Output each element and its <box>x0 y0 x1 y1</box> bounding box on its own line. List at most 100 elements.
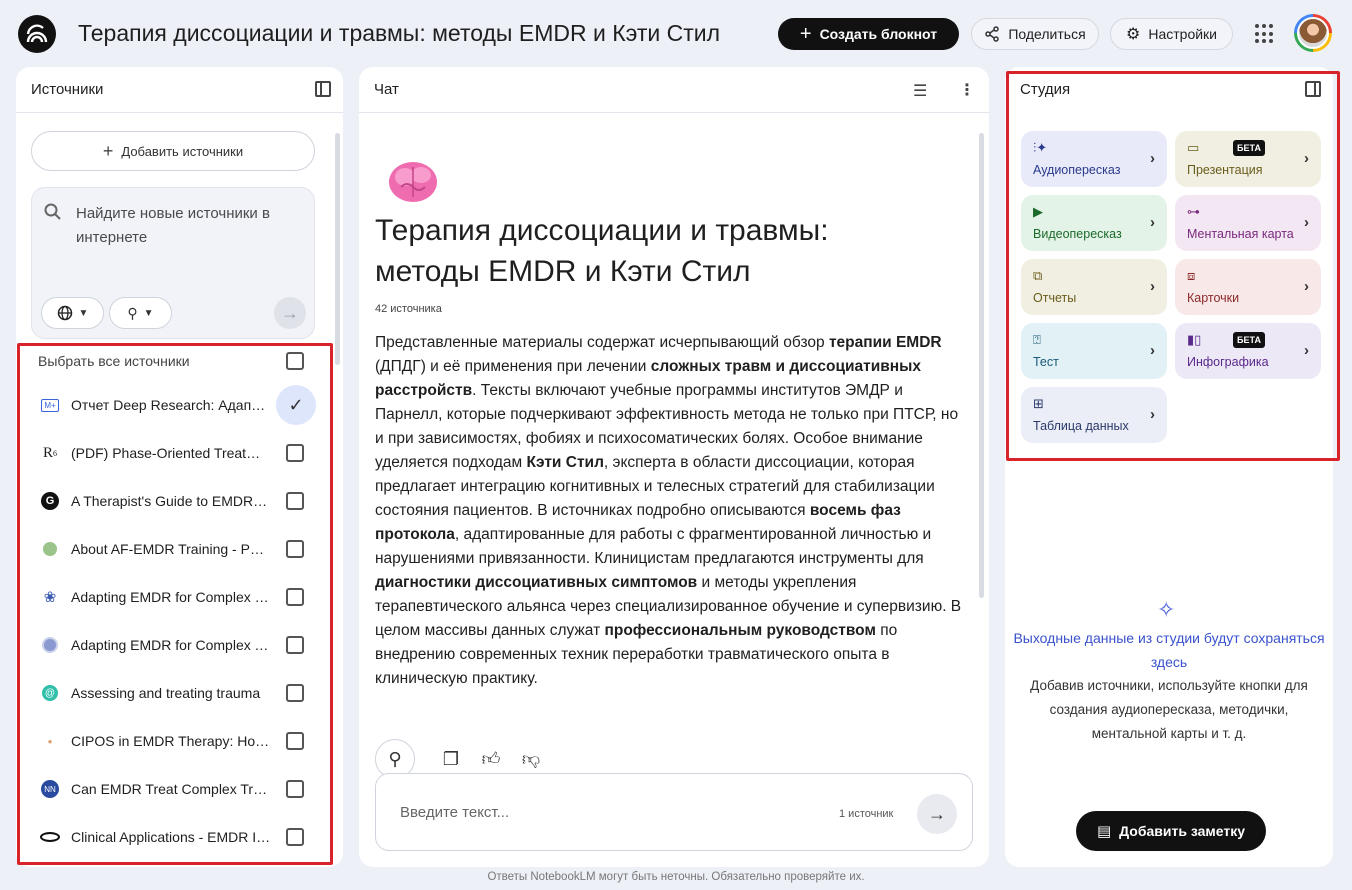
globe-icon <box>40 635 60 655</box>
source-checkbox[interactable] <box>286 636 304 654</box>
sources-title: Источники <box>31 81 104 98</box>
site-dot-icon: ● <box>47 736 53 746</box>
cards-icon: ⧈ <box>1187 268 1196 283</box>
source-label: Adapting EMDR for Complex Trauma <box>71 637 271 653</box>
report-icon: ⧉ <box>1033 268 1043 283</box>
add-note-button[interactable]: ▤ Добавить заметку <box>1076 811 1266 851</box>
source-label: (PDF) Phase-Oriented Treatment <box>71 445 271 461</box>
source-item[interactable]: About AF-EMDR Training - Parnell <box>38 531 318 567</box>
tile-quiz[interactable]: ⍰ Тест › <box>1021 323 1167 379</box>
chevron-right-icon: › <box>1304 278 1309 295</box>
source-checkbox[interactable] <box>286 828 304 846</box>
source-checkbox[interactable] <box>286 780 304 798</box>
tile-flashcards[interactable]: ⧈ Карточки › <box>1175 259 1321 315</box>
chat-composer[interactable]: Введите текст... 1 источник → <box>375 773 973 851</box>
search-icon <box>44 203 61 220</box>
chat-panel: Чат ☰ ⋮ Терапия диссоциации и травмы: ме… <box>359 67 989 867</box>
web-source-dropdown[interactable]: ▼ <box>41 297 104 329</box>
source-item[interactable]: ❀ Adapting EMDR for Complex PTSD <box>38 579 318 615</box>
beta-badge: БЕТА <box>1233 332 1265 348</box>
source-checkbox[interactable] <box>286 540 304 558</box>
create-notebook-button[interactable]: + Создать блокнот <box>778 18 959 50</box>
note-icon: ▤ <box>1096 823 1112 840</box>
select-all-checkbox[interactable] <box>286 352 304 370</box>
tile-label: Аудиопересказ <box>1033 163 1121 177</box>
source-label: CIPOS in EMDR Therapy: How it works <box>71 733 271 749</box>
add-note-label: Добавить заметку <box>1119 823 1246 839</box>
avatar[interactable] <box>1294 14 1332 52</box>
add-sources-button[interactable]: + Добавить источники <box>31 131 315 171</box>
share-icon <box>985 26 1000 42</box>
source-item[interactable]: @ Assessing and treating trauma <box>38 675 318 711</box>
source-item[interactable]: M+ Отчет Deep Research: Адаптация EMDR ✓ <box>38 385 318 425</box>
source-item[interactable]: Clinical Applications - EMDR Institute <box>38 819 318 855</box>
tune-icon[interactable]: ☰ <box>913 81 927 101</box>
chevron-right-icon: › <box>1150 150 1155 167</box>
lotus-icon: ❀ <box>43 589 57 606</box>
source-label: Assessing and treating trauma <box>71 685 261 701</box>
source-checkbox[interactable] <box>286 492 304 510</box>
eye-icon <box>40 827 60 847</box>
source-checkbox[interactable] <box>286 444 304 462</box>
send-button[interactable]: → <box>917 794 957 834</box>
submit-search-button[interactable]: → <box>274 297 306 329</box>
notebook-heading: Терапия диссоциации и травмы: методы EMD… <box>375 214 829 288</box>
globe-icon <box>57 305 72 321</box>
notebooklm-logo-icon[interactable] <box>18 15 56 53</box>
source-item[interactable]: R6 (PDF) Phase-Oriented Treatment <box>38 435 318 471</box>
video-icon: ▶ <box>1033 204 1043 219</box>
swirl-icon: @ <box>40 683 60 703</box>
summary-emphasis: диагностики диссоциативных симптомов <box>375 574 698 591</box>
summary-emphasis: Кэти Стил <box>526 454 604 471</box>
tile-label: Тест <box>1033 355 1059 369</box>
chat-input[interactable]: Введите текст... <box>400 804 509 821</box>
sources-scrollbar[interactable] <box>335 133 340 365</box>
source-checkbox[interactable] <box>286 588 304 606</box>
mindmap-icon: ⊶ <box>1187 204 1200 219</box>
tile-video-overview[interactable]: ▶ Видеопересказ › <box>1021 195 1167 251</box>
plus-icon: + <box>102 140 114 161</box>
source-item[interactable]: NN Can EMDR Treat Complex Trauma <box>38 771 318 807</box>
tile-reports[interactable]: ⧉ Отчеты › <box>1021 259 1167 315</box>
beta-badge: БЕТА <box>1233 140 1265 156</box>
chevron-down-icon: ▼ <box>143 307 154 319</box>
chevron-right-icon: › <box>1304 150 1309 167</box>
add-sources-label: Добавить источники <box>121 143 244 159</box>
source-checkbox-checked[interactable]: ✓ <box>276 385 316 425</box>
tile-audio-overview[interactable]: ⫶✦ Аудиопересказ › <box>1021 131 1167 187</box>
web-search-box[interactable]: Найдите новые источники в интернете ▼ ⚲ … <box>31 187 315 339</box>
search-input[interactable]: Найдите новые источники в интернете <box>76 202 304 250</box>
chevron-right-icon: › <box>1304 342 1309 359</box>
more-vert-icon[interactable]: ⋮ <box>959 80 975 100</box>
brain-emoji-icon <box>389 162 437 202</box>
sources-panel: Источники + Добавить источники Найдите н… <box>16 67 343 867</box>
research-mode-dropdown[interactable]: ⚲ ▼ <box>109 297 172 329</box>
settings-label: Настройки <box>1148 26 1217 42</box>
settings-button[interactable]: ⚙ Настройки <box>1110 18 1233 50</box>
slides-icon: ▭ <box>1187 140 1200 155</box>
chat-scrollbar[interactable] <box>979 133 984 598</box>
studio-panel: Студия ⫶✦ Аудиопересказ › ▭ БЕТА Презент… <box>1005 67 1340 867</box>
tile-label: Карточки <box>1187 291 1240 305</box>
source-checkbox[interactable] <box>286 684 304 702</box>
summary-text: (ДПДГ) и её применения при лечении <box>375 358 651 375</box>
chat-header: Чат ☰ ⋮ <box>359 67 989 113</box>
selected-source-count: 1 источник <box>839 808 894 820</box>
collapse-sources-icon[interactable] <box>315 81 331 97</box>
apps-grid-icon[interactable] <box>1255 24 1275 44</box>
source-item[interactable]: Adapting EMDR for Complex Trauma <box>38 627 318 663</box>
tile-mind-map[interactable]: ⊶ Ментальная карта › <box>1175 195 1321 251</box>
tile-data-table[interactable]: ⊞ Таблица данных › <box>1021 387 1167 443</box>
source-item[interactable]: G A Therapist's Guide to EMDR - Psycholo… <box>38 483 318 519</box>
tile-label: Ментальная карта <box>1187 227 1294 241</box>
share-button[interactable]: Поделиться <box>971 18 1099 50</box>
tile-presentation[interactable]: ▭ БЕТА Презентация › <box>1175 131 1321 187</box>
chevron-right-icon: › <box>1150 214 1155 231</box>
source-item[interactable]: ● CIPOS in EMDR Therapy: How it works <box>38 723 318 759</box>
source-label: A Therapist's Guide to EMDR - Psychology <box>71 493 271 509</box>
chevron-right-icon: › <box>1150 342 1155 359</box>
table-icon: ⊞ <box>1033 396 1044 411</box>
tile-infographic[interactable]: ▮▯ БЕТА Инфографика › <box>1175 323 1321 379</box>
notebook-title[interactable]: Терапия диссоциации и травмы: методы EMD… <box>78 20 720 47</box>
source-checkbox[interactable] <box>286 732 304 750</box>
